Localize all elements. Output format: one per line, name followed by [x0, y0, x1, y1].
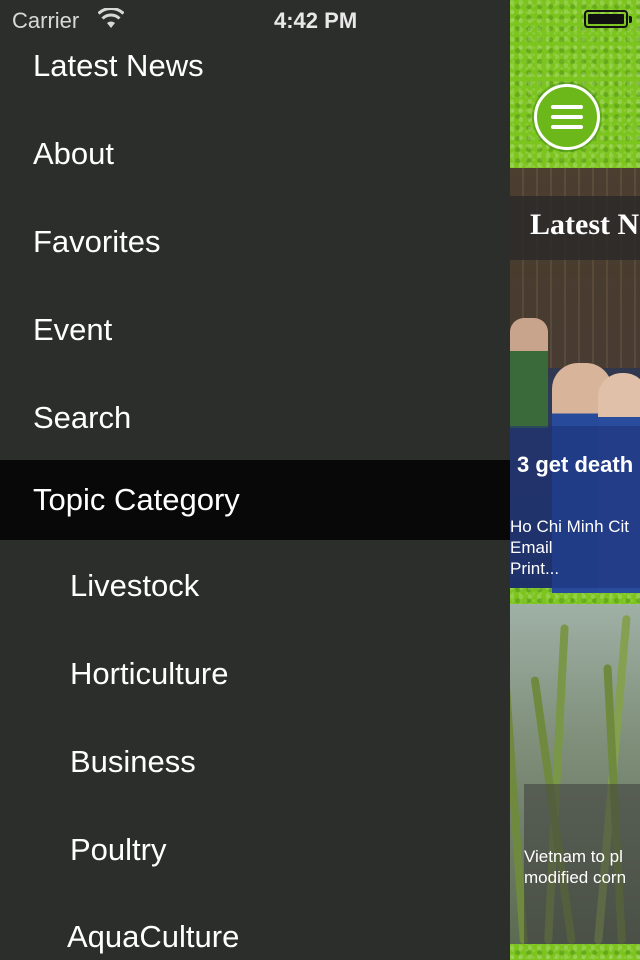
article-headline[interactable]: 3 get death: [517, 452, 633, 478]
menu-item-aquaculture[interactable]: AquaCulture: [0, 894, 510, 960]
clock-time: 4:42 PM: [274, 8, 358, 33]
menu-item-about[interactable]: About: [0, 110, 510, 198]
article-snippet: Ho Chi Minh Cit Email Print...: [510, 516, 640, 579]
menu-item-favorites[interactable]: Favorites: [0, 198, 510, 286]
section-header: Latest N: [510, 196, 640, 260]
article-caption[interactable]: Vietnam to pl modified corn: [524, 846, 640, 888]
print-link[interactable]: Print...: [510, 558, 640, 579]
navigation-drawer: Latest News About Favorites Event Search…: [0, 0, 510, 960]
menu-item-poultry[interactable]: Poultry: [0, 806, 510, 894]
carrier-label: Carrier: [12, 8, 80, 33]
section-title: Latest N: [530, 208, 640, 241]
menu-item-event[interactable]: Event: [0, 286, 510, 374]
hamburger-menu-icon[interactable]: [534, 84, 600, 150]
menu-item-horticulture[interactable]: Horticulture: [0, 630, 510, 718]
email-link[interactable]: Email: [510, 537, 640, 558]
battery-icon: [584, 10, 632, 28]
status-bar: Carrier 4:42 PM: [0, 0, 510, 40]
menu-item-search[interactable]: Search: [0, 374, 510, 462]
menu-item-topic-category[interactable]: Topic Category: [0, 460, 510, 540]
menu-item-business[interactable]: Business: [0, 718, 510, 806]
menu-item-livestock[interactable]: Livestock: [0, 542, 510, 630]
main-content-panel[interactable]: Latest N 3 get death Ho Chi Minh Cit Ema…: [510, 0, 640, 960]
wifi-icon: [98, 8, 124, 28]
app-screen: Latest N 3 get death Ho Chi Minh Cit Ema…: [0, 0, 640, 960]
